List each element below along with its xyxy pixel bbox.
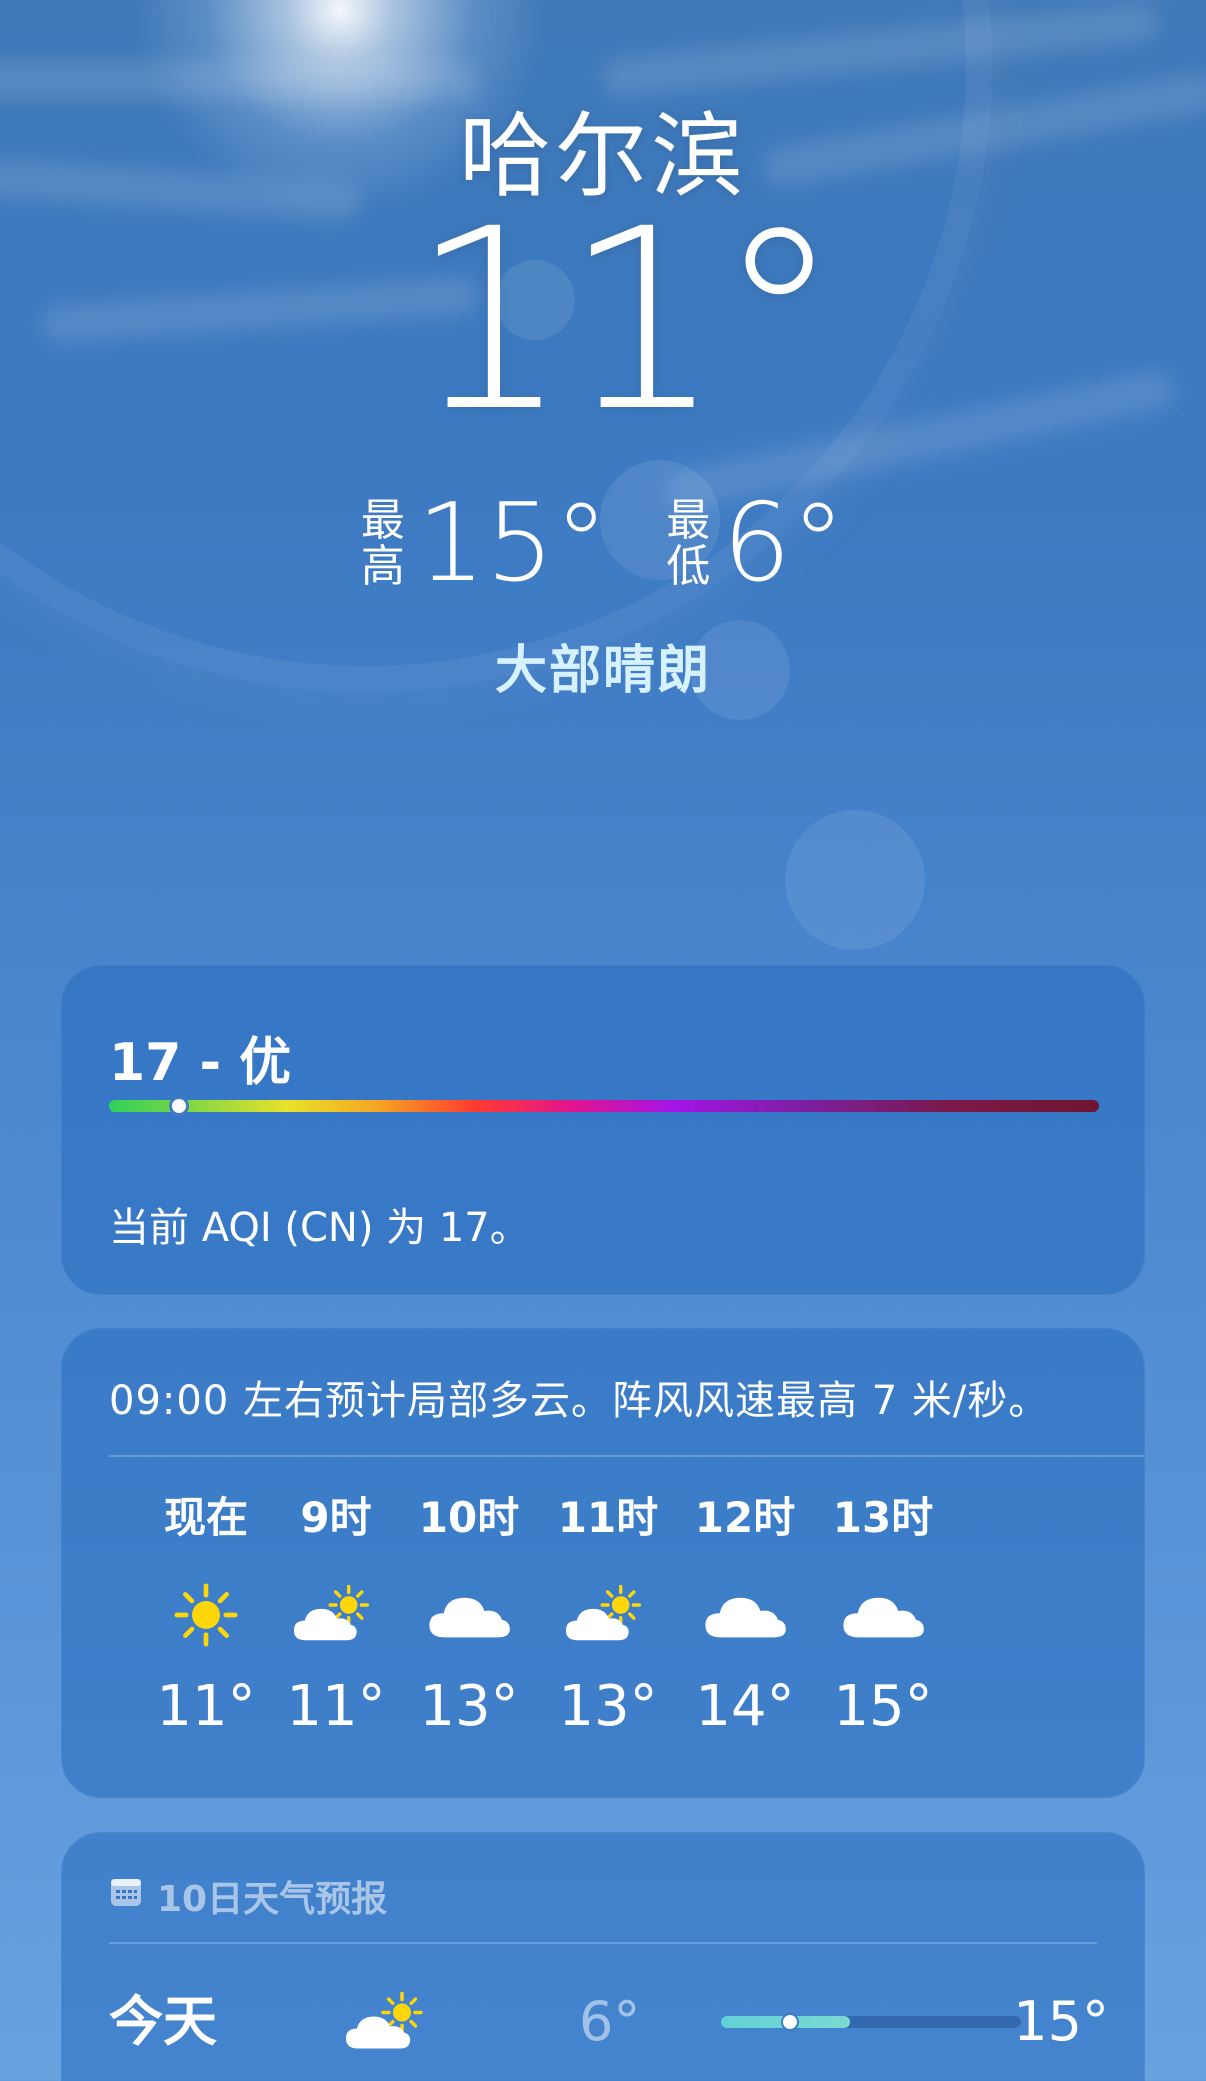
hourly-item: 10时 13° [399, 1488, 539, 1739]
current-temperature: 11° [410, 175, 841, 466]
high-low-temperatures: 最 高 15° 最 低 6° [0, 490, 1206, 598]
divider [109, 1942, 1097, 1944]
partly-cloudy-icon [538, 1570, 678, 1660]
high-temperature: 最 高 15° [361, 490, 608, 598]
calendar-icon [109, 1875, 143, 1918]
hour-temp: 14° [695, 1674, 795, 1739]
hour-label: 现在 [163, 1493, 248, 1542]
partly-cloudy-icon [266, 1570, 406, 1660]
hour-temp: 13° [419, 1674, 519, 1739]
high-label: 最 高 [361, 498, 405, 590]
aqi-indicator-dot [168, 1096, 189, 1116]
hour-temp: 13° [558, 1674, 658, 1739]
ten-day-header-label: 10日天气预报 [157, 1879, 388, 1920]
day-high-temp: 15° [1013, 1990, 1109, 2053]
hourly-item: 13时 15° [813, 1488, 953, 1739]
ten-day-forecast-card[interactable]: 10日天气预报 今天 6° 15° [61, 1832, 1145, 2081]
cloud-icon [399, 1570, 539, 1660]
hour-temp: 11° [156, 1674, 256, 1739]
cloud-icon [675, 1570, 815, 1660]
hourly-summary: 09:00 左右预计局部多云。阵风风速最高 7 米/秒。 [109, 1378, 1050, 1424]
hourly-item: 9时 11° [266, 1488, 406, 1739]
hour-label: 13时 [832, 1493, 934, 1542]
hourly-item: 12时 14° [675, 1488, 815, 1739]
low-label: 最 低 [666, 498, 710, 590]
day-current-temp-dot [781, 2013, 799, 2031]
day-temp-range-bar [721, 2013, 1021, 2031]
hour-label: 10时 [418, 1493, 520, 1542]
aqi-scale-bar [109, 1096, 1099, 1116]
high-label-char-1: 最 [360, 495, 405, 546]
hour-label: 12时 [694, 1493, 796, 1542]
aqi-description: 当前 AQI (CN) 为 17。 [109, 1205, 530, 1251]
air-quality-card[interactable]: 17 - 优 当前 AQI (CN) 为 17。 [61, 965, 1145, 1295]
divider [109, 1455, 1145, 1457]
hour-label: 11时 [557, 1493, 659, 1542]
low-temperature: 最 低 6° [666, 490, 845, 598]
partly-cloudy-icon [339, 1982, 439, 2062]
high-label-char-2: 高 [360, 541, 405, 592]
sun-icon [136, 1570, 276, 1660]
low-label-char-2: 低 [666, 541, 711, 592]
day-name: 今天 [109, 1990, 217, 2053]
hourly-item: 现在 11° [136, 1488, 276, 1739]
high-value: 15° [416, 481, 609, 606]
day-row-today[interactable]: 今天 6° 15° [109, 1982, 1109, 2062]
aqi-title: 17 - 优 [109, 1033, 292, 1093]
cloud-icon [813, 1570, 953, 1660]
hourly-item: 11时 13° [538, 1488, 678, 1739]
hour-label: 9时 [300, 1493, 372, 1542]
hourly-forecast-card[interactable]: 09:00 左右预计局部多云。阵风风速最高 7 米/秒。 现在 11° 9时 1… [61, 1328, 1145, 1798]
ten-day-header: 10日天气预报 [109, 1870, 387, 1922]
weather-condition: 大部晴朗 [494, 641, 711, 701]
hour-temp: 15° [833, 1674, 933, 1739]
day-low-temp: 6° [579, 1990, 641, 2053]
hourly-list[interactable]: 现在 11° 9时 11° 10时 13° 11时 13° 12时 14° 13… [101, 1488, 1141, 1778]
hour-temp: 11° [286, 1674, 386, 1739]
low-label-char-1: 最 [666, 495, 711, 546]
low-value: 6° [722, 481, 846, 606]
